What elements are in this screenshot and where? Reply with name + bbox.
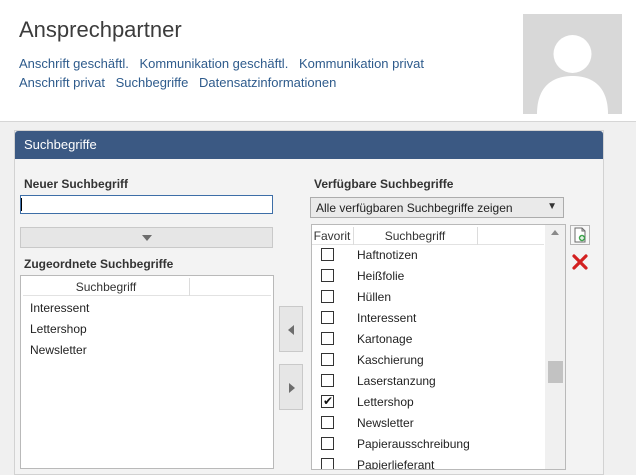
chevron-down-icon: ▼ [547,201,557,212]
term-name: Heißfolie [357,269,405,283]
table-row[interactable]: Newsletter [312,413,544,434]
term-name: Kaschierung [357,353,424,367]
link-anschrift-geschaeftl[interactable]: Anschrift geschäftl. [19,56,129,71]
assigned-terms-label: Zugeordnete Suchbegriffe [24,257,174,271]
term-name: Kartonage [357,332,413,346]
available-column-header[interactable]: Favorit Suchbegriff [312,227,544,245]
favorite-checkbox[interactable] [321,437,334,450]
new-term-label: Neuer Suchbegriff [24,177,129,191]
term-name: Haftnotizen [357,248,418,262]
table-row[interactable]: Papierlieferant [312,455,544,470]
available-terms-label: Verfügbare Suchbegriffe [314,177,454,191]
link-datensatzinformationen[interactable]: Datensatzinformationen [199,75,336,90]
term-name: Laserstanzung [357,374,436,388]
move-right-button[interactable] [279,364,303,410]
favorite-checkbox[interactable] [321,248,334,261]
favorite-checkbox[interactable] [321,290,334,303]
scrollbar-thumb[interactable] [548,361,563,383]
favorite-checkbox[interactable] [321,374,334,387]
table-row[interactable]: Hüllen [312,287,544,308]
check-icon: ✔ [323,394,334,408]
list-item[interactable]: Interessent [30,301,89,315]
table-row[interactable]: Laserstanzung [312,371,544,392]
term-name: Newsletter [357,416,414,430]
table-row[interactable]: ✔ Lettershop [312,392,544,413]
list-item[interactable]: Lettershop [30,322,87,336]
available-terms-list[interactable]: Favorit Suchbegriff Haftnotizen Heißfolie… [311,224,566,470]
term-name: Hüllen [357,290,392,304]
table-row[interactable]: Heißfolie [312,266,544,287]
favorite-checkbox[interactable] [321,353,334,366]
person-placeholder-icon [537,35,608,114]
favorite-checkbox[interactable] [321,458,334,469]
assigned-column-header[interactable]: Suchbegriff [23,278,271,296]
list-item[interactable]: Newsletter [30,343,87,357]
add-term-button[interactable] [20,227,273,248]
favorite-checkbox[interactable]: ✔ [321,394,334,408]
chevron-left-icon [288,325,294,335]
chevron-right-icon [289,383,295,393]
filter-select[interactable]: Alle verfügbaren Suchbegriffe zeigen ▼ [310,197,564,218]
column-separator[interactable] [477,227,478,245]
link-kommunikation-privat[interactable]: Kommunikation privat [299,56,424,71]
term-name: Interessent [357,311,417,325]
table-row[interactable]: Kaschierung [312,350,544,371]
suchbegriffe-panel: Suchbegriffe Neuer Suchbegriff Zugeordne… [14,130,604,475]
link-kommunikation-geschaeftl[interactable]: Kommunikation geschäftl. [139,56,288,71]
available-column-suchbegriff[interactable]: Suchbegriff [354,229,476,243]
favorite-checkbox[interactable] [321,311,334,324]
panel-title: Suchbegriffe [15,131,603,159]
section-links: Anschrift geschäftl. Kommunikation gesch… [19,54,499,92]
delete-term-button[interactable] [570,252,590,272]
favorite-checkbox[interactable] [321,416,334,429]
table-row[interactable]: Haftnotizen [312,245,544,266]
assigned-terms-list[interactable]: Suchbegriff Interessent Lettershop Newsl… [20,275,274,469]
table-row[interactable]: Interessent [312,308,544,329]
add-document-icon [570,225,590,245]
add-term-tool-button[interactable] [570,225,590,245]
favorite-checkbox[interactable] [321,269,334,282]
term-name: Papierausschreibung [357,437,470,451]
link-anschrift-privat[interactable]: Anschrift privat [19,75,105,90]
term-name: Papierlieferant [357,458,435,470]
page-title: Ansprechpartner [19,17,182,42]
filter-select-value: Alle verfügbaren Suchbegriffe zeigen [316,201,513,215]
text-caret [21,198,22,211]
vertical-scrollbar[interactable] [545,225,565,469]
available-column-favorit[interactable]: Favorit [312,229,352,243]
column-separator[interactable] [189,278,190,296]
new-term-input[interactable] [20,195,273,214]
avatar[interactable] [523,14,622,114]
delete-icon [572,254,588,270]
header: Ansprechpartner Anschrift geschäftl. Kom… [0,0,636,122]
table-row[interactable]: Papierausschreibung [312,434,544,455]
scroll-up-icon[interactable] [551,230,559,235]
table-row[interactable]: Kartonage [312,329,544,350]
favorite-checkbox[interactable] [321,332,334,345]
term-name: Lettershop [357,395,414,409]
chevron-down-icon [142,235,152,241]
assigned-column-suchbegriff[interactable]: Suchbegriff [23,280,189,294]
contact-page: Ansprechpartner Anschrift geschäftl. Kom… [0,0,636,475]
link-suchbegriffe[interactable]: Suchbegriffe [116,75,189,90]
move-left-button[interactable] [279,306,303,352]
